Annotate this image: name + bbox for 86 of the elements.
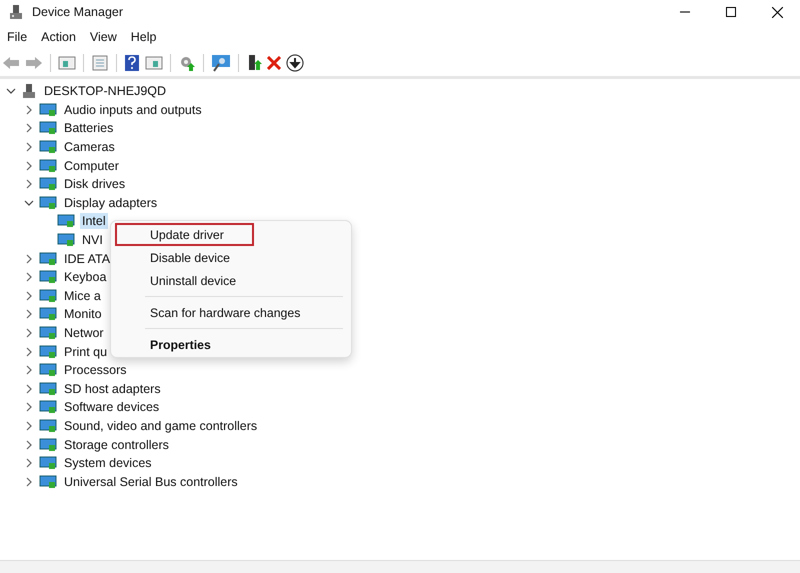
collapse-chevron-icon[interactable]	[6, 86, 16, 96]
expand-chevron-icon[interactable]	[24, 420, 34, 431]
expand-chevron-icon[interactable]	[24, 402, 34, 412]
tree-item[interactable]: DESKTOP-NHEJ9QD	[42, 83, 168, 100]
tree-item[interactable]: Cameras	[62, 139, 117, 156]
app-icon	[8, 4, 24, 20]
tree-item[interactable]: Display adapters	[62, 194, 160, 211]
menu-item[interactable]: Help	[130, 30, 156, 44]
expand-chevron-icon[interactable]	[24, 440, 34, 450]
device-icon	[39, 194, 57, 211]
menu-item[interactable]: Properties	[115, 333, 223, 356]
menu-item[interactable]: Action	[41, 30, 76, 44]
expand-chevron-icon[interactable]	[24, 290, 34, 301]
tree-item[interactable]: Computer	[62, 158, 121, 174]
device-icon	[39, 306, 57, 322]
tree-item[interactable]: Batteries	[62, 120, 116, 136]
tree-item[interactable]: Monito	[62, 306, 104, 322]
device-icon	[39, 474, 57, 490]
device-icon	[39, 288, 57, 304]
tree-item[interactable]: Networ	[62, 325, 106, 342]
expand-chevron-icon[interactable]	[24, 309, 34, 320]
delete-icon[interactable]	[267, 56, 281, 70]
expand-chevron-icon[interactable]	[24, 272, 34, 282]
tree-item[interactable]: Mice a	[62, 288, 103, 304]
menu-item[interactable]: View	[90, 30, 117, 44]
device-icon	[39, 102, 57, 118]
tree-item[interactable]: IDE ATA	[62, 250, 112, 267]
expand-chevron-icon[interactable]	[24, 254, 34, 264]
device-icon	[39, 120, 57, 136]
tree-item[interactable]: Intel	[80, 213, 108, 230]
device-icon	[39, 455, 57, 472]
expand-chevron-icon[interactable]	[24, 365, 34, 376]
help-icon[interactable]	[124, 54, 140, 72]
computer-tower-icon	[21, 83, 37, 100]
expand-chevron-icon[interactable]	[24, 179, 34, 190]
device-icon	[57, 213, 75, 230]
tree-item[interactable]: Processors	[62, 362, 129, 378]
window-title: Device Manager	[32, 5, 124, 19]
device-icon	[57, 232, 75, 248]
download-icon[interactable]	[286, 54, 304, 72]
device-icon	[39, 399, 57, 416]
tree-item[interactable]: Universal Serial Bus controllers	[62, 474, 240, 490]
document-icon[interactable]	[91, 55, 109, 71]
expand-chevron-icon[interactable]	[24, 160, 34, 171]
tree-item[interactable]: System devices	[62, 455, 154, 472]
device-icon	[39, 269, 57, 286]
tree-item[interactable]: Storage controllers	[62, 436, 171, 453]
menu-item[interactable]: Disable device	[115, 246, 242, 269]
device-icon	[39, 250, 57, 267]
device-icon	[39, 158, 57, 174]
device-icon	[39, 325, 57, 342]
expand-chevron-icon[interactable]	[24, 384, 34, 394]
device-arrow-icon[interactable]	[246, 54, 262, 72]
tree-item[interactable]: SD host adapters	[62, 380, 163, 397]
device-icon	[39, 362, 57, 378]
maximize-icon[interactable]	[726, 7, 736, 17]
tree-item[interactable]: Disk drives	[62, 176, 128, 192]
tree-item[interactable]: Audio inputs and outputs	[62, 102, 204, 118]
device-icon	[39, 344, 57, 360]
expand-chevron-icon[interactable]	[24, 104, 34, 115]
menu-item[interactable]: File	[7, 30, 28, 44]
expand-chevron-icon[interactable]	[24, 476, 34, 487]
tree-item[interactable]: Software devices	[62, 399, 162, 416]
device-icon	[39, 139, 57, 156]
device-icon	[39, 436, 57, 453]
panel-icon[interactable]	[145, 55, 163, 71]
device-icon	[39, 176, 57, 192]
monitor-search-icon[interactable]	[211, 54, 231, 72]
gear-arrow-icon[interactable]	[178, 54, 196, 72]
menu-item[interactable]: Scan for hardware changes	[115, 301, 312, 324]
menu-item[interactable]: Uninstall device	[115, 269, 248, 292]
device-icon	[39, 380, 57, 397]
expand-chevron-icon[interactable]	[24, 123, 34, 134]
menu-item[interactable]: Update driver	[115, 223, 254, 246]
collapse-chevron-icon[interactable]	[24, 198, 34, 208]
expand-chevron-icon[interactable]	[24, 346, 34, 357]
expand-chevron-icon[interactable]	[24, 458, 34, 468]
tree-item[interactable]: Keyboa	[62, 269, 108, 286]
expand-chevron-icon[interactable]	[24, 142, 34, 152]
tree-item[interactable]: Sound, video and game controllers	[62, 418, 260, 434]
close-icon[interactable]	[772, 6, 782, 18]
device-icon	[39, 418, 57, 434]
tree-item[interactable]: Print qu	[62, 344, 110, 360]
expand-chevron-icon[interactable]	[24, 328, 34, 338]
tree-item[interactable]: NVI	[80, 232, 105, 248]
panel-icon[interactable]	[58, 55, 76, 71]
